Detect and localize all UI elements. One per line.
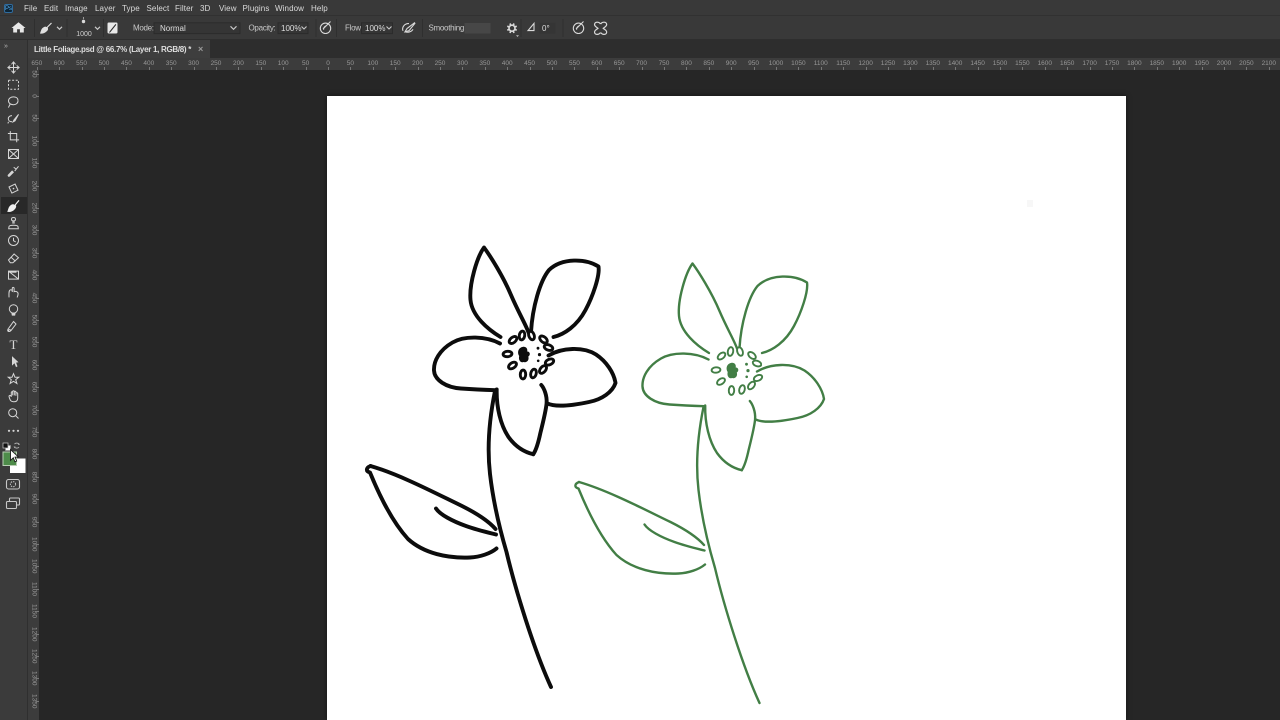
- svg-text:Normal: Normal: [160, 24, 186, 33]
- svg-text:0°: 0°: [542, 24, 550, 33]
- svg-text:Flow:: Flow:: [345, 24, 363, 33]
- svg-text:100%: 100%: [281, 24, 301, 33]
- svg-text:Mode:: Mode:: [133, 24, 154, 33]
- svg-text:100%: 100%: [365, 24, 385, 33]
- svg-text:Opacity:: Opacity:: [249, 24, 276, 33]
- svg-text:Smoothing:: Smoothing:: [429, 24, 467, 33]
- svg-text:T: T: [10, 337, 18, 352]
